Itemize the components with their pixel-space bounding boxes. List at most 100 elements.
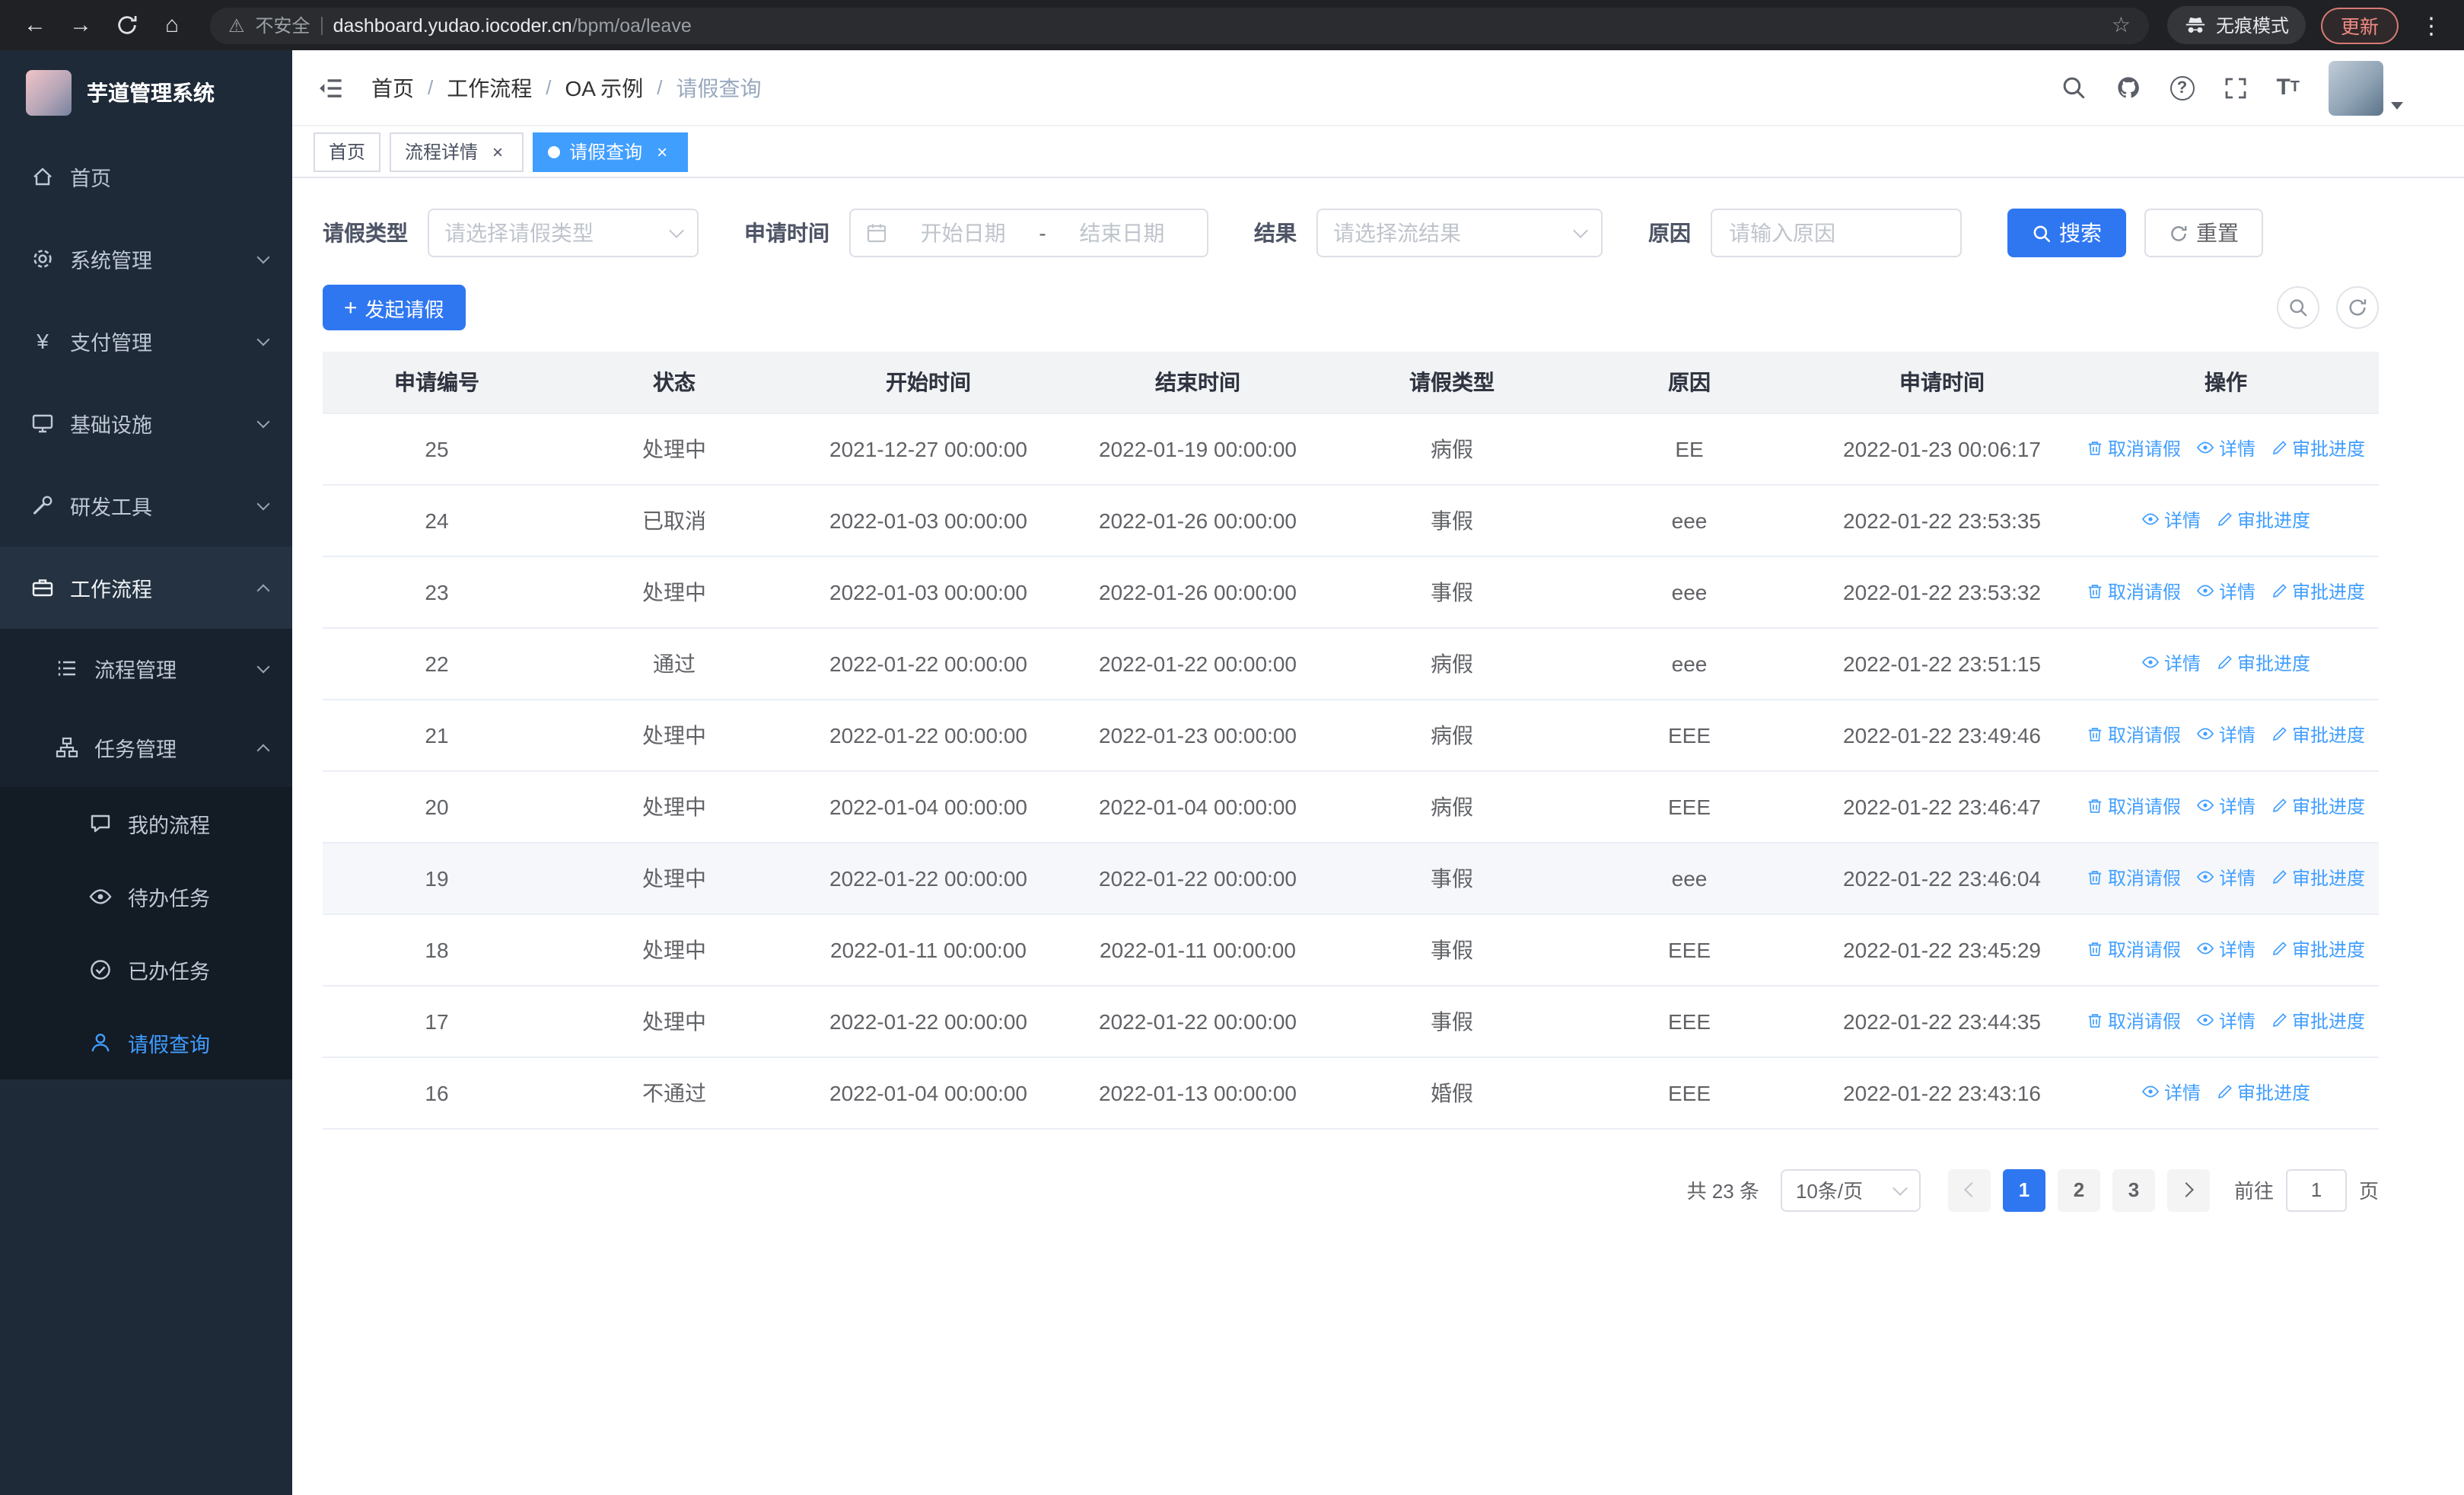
cell-apply-time: 2022-01-22 23:44:35 [1811,985,2073,1057]
close-icon[interactable]: × [651,141,673,162]
cancel-link[interactable]: 取消请假 [2087,722,2181,748]
detail-link[interactable]: 详情 [2196,793,2255,819]
table-row: 20 处理中 2022-01-04 00:00:00 2022-01-04 00:00… [323,770,2379,843]
col-apply-time: 申请时间 [1811,352,2073,413]
row-actions: 详情 审批进度 [2073,484,2379,556]
app-logo: 芋道管理系统 [0,50,292,135]
sidebar-item-system[interactable]: 系统管理 [0,218,292,300]
font-size-icon[interactable]: TT [2276,76,2300,99]
calendar-icon [867,224,887,243]
reload-icon[interactable] [107,5,146,45]
cancel-link[interactable]: 取消请假 [2087,1009,2181,1034]
progress-link[interactable]: 审批进度 [2216,508,2310,534]
cancel-link[interactable]: 取消请假 [2087,865,2181,891]
reason-input[interactable] [1711,209,1962,257]
prev-page-button[interactable] [1947,1168,1991,1211]
sidebar-item-my-process[interactable]: 我的流程 [0,787,292,860]
cancel-link[interactable]: 取消请假 [2087,579,2181,605]
user-menu[interactable] [2329,60,2403,115]
progress-link[interactable]: 审批进度 [2271,1009,2365,1034]
toggle-search-icon[interactable] [2277,286,2319,329]
detail-link[interactable]: 详情 [2141,507,2201,533]
help-icon[interactable]: ? [2170,75,2195,100]
tab-process-detail[interactable]: 流程详情 × [390,132,524,171]
progress-link[interactable]: 审批进度 [2271,937,2365,963]
refresh-table-icon[interactable] [2336,286,2379,329]
breadcrumb-item[interactable]: 工作流程 [447,72,532,103]
detail-link[interactable]: 详情 [2196,865,2255,891]
url-text: dashboard.yudao.iocoder.cn/bpm/oa/leave [333,14,692,36]
apply-time-range-picker[interactable]: 开始日期 - 结束日期 [849,209,1208,257]
detail-link[interactable]: 详情 [2196,936,2255,962]
progress-link[interactable]: 审批进度 [2271,722,2365,748]
progress-link[interactable]: 审批进度 [2271,436,2365,462]
browser-menu-icon[interactable]: ⋮ [2414,11,2449,39]
sidebar-item-todo-tasks[interactable]: 待办任务 [0,860,292,933]
forward-icon[interactable]: → [61,5,100,45]
progress-link[interactable]: 审批进度 [2271,579,2365,605]
leave-type-select[interactable]: 请选择请假类型 [428,209,699,257]
detail-link[interactable]: 详情 [2196,435,2255,461]
sidebar-item-process-management[interactable]: 流程管理 [0,629,292,708]
page-button-3[interactable]: 3 [2112,1168,2155,1211]
fullscreen-icon[interactable] [2223,75,2247,100]
edit-icon [2273,942,2287,956]
tab-home[interactable]: 首页 [314,132,381,171]
row-actions: 取消请假 详情 审批进度 [2073,770,2379,843]
bookmark-star-icon[interactable]: ☆ [2112,12,2131,38]
detail-link[interactable]: 详情 [2141,650,2201,676]
cell-status: 通过 [551,627,797,700]
close-icon[interactable]: × [487,141,508,162]
detail-link[interactable]: 详情 [2196,579,2255,604]
end-date-placeholder[interactable]: 结束日期 [1052,218,1192,248]
sidebar-item-task-management[interactable]: 任务管理 [0,708,292,787]
sidebar-item-home[interactable]: 首页 [0,135,292,218]
table-row: 22 通过 2022-01-22 00:00:00 2022-01-22 00:00:… [323,627,2379,700]
cancel-link[interactable]: 取消请假 [2087,794,2181,820]
progress-link[interactable]: 审批进度 [2271,865,2365,891]
update-button[interactable]: 更新 [2320,7,2399,43]
cancel-link[interactable]: 取消请假 [2087,937,2181,963]
leave-type-label: 请假类型 [323,221,408,245]
result-select[interactable]: 请选择流结果 [1316,209,1603,257]
detail-link[interactable]: 详情 [2141,1079,2201,1105]
detail-link[interactable]: 详情 [2196,722,2255,748]
sidebar-item-leave-query[interactable]: 请假查询 [0,1006,292,1079]
progress-link[interactable]: 审批进度 [2216,651,2310,677]
start-date-placeholder[interactable]: 开始日期 [893,218,1033,248]
detail-link[interactable]: 详情 [2196,1008,2255,1034]
progress-link[interactable]: 审批进度 [2271,794,2365,820]
sidebar-item-payment[interactable]: ¥ 支付管理 [0,300,292,382]
col-request-id: 申请编号 [323,352,551,413]
github-icon[interactable] [2115,75,2141,100]
page-button-2[interactable]: 2 [2057,1168,2100,1211]
user-icon [91,1033,110,1052]
goto-page-input[interactable] [2285,1168,2347,1211]
breadcrumb-item[interactable]: OA 示例 [565,72,644,103]
search-button[interactable]: 搜索 [2007,209,2126,257]
create-leave-button[interactable]: + 发起请假 [323,285,466,330]
cancel-link[interactable]: 取消请假 [2087,436,2181,462]
address-bar[interactable]: ⚠ 不安全 dashboard.yudao.iocoder.cn/bpm/oa/… [210,7,2149,43]
cell-reason: eee [1568,627,1811,700]
page-button-1[interactable]: 1 [2002,1168,2045,1211]
row-actions: 详情 审批进度 [2073,627,2379,700]
reset-button[interactable]: 重置 [2144,209,2263,257]
back-icon[interactable]: ← [15,5,55,45]
eye-icon [2196,441,2214,454]
page-size-select[interactable]: 10条/页 [1780,1168,1921,1211]
search-icon[interactable] [2060,75,2086,100]
progress-link[interactable]: 审批进度 [2216,1080,2310,1106]
trash-icon [2088,585,2102,599]
sidebar-item-infrastructure[interactable]: 基础设施 [0,382,292,464]
breadcrumb-item[interactable]: 首页 [371,72,414,103]
next-page-button[interactable] [2166,1168,2210,1211]
trash-icon [2088,441,2102,456]
sidebar-item-done-tasks[interactable]: 已办任务 [0,933,292,1006]
tags-view: 首页 流程详情 × 请假查询 × [292,126,2464,178]
sidebar-fold-icon[interactable] [317,74,344,101]
sidebar-item-devtools[interactable]: 研发工具 [0,464,292,547]
sidebar-item-workflow[interactable]: 工作流程 [0,547,292,629]
browser-home-icon[interactable]: ⌂ [152,5,192,45]
tab-leave-query[interactable]: 请假查询 × [533,132,689,171]
